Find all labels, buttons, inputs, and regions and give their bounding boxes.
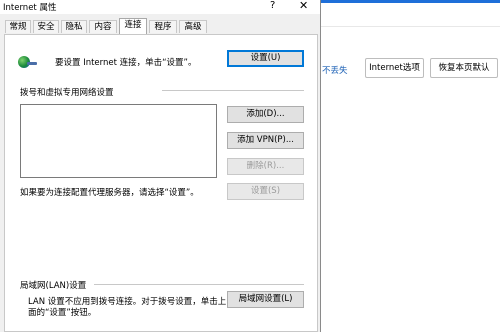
connections-list[interactable] bbox=[20, 104, 217, 178]
browser-accent-bar bbox=[320, 0, 500, 3]
delete-button[interactable]: 删除(R)... bbox=[227, 158, 304, 175]
tab-security[interactable]: 安全 bbox=[33, 20, 59, 33]
tab-privacy[interactable]: 隐私 bbox=[61, 20, 87, 33]
add-button[interactable]: 添加(D)... bbox=[227, 106, 304, 123]
tab-connections[interactable]: 连接 bbox=[119, 18, 147, 34]
dialup-group-label: 拨号和虚拟专用网络设置 bbox=[20, 88, 114, 98]
close-icon[interactable]: ✕ bbox=[299, 0, 308, 12]
lan-group-divider bbox=[94, 284, 304, 285]
add-vpn-button[interactable]: 添加 VPN(P)... bbox=[227, 132, 304, 149]
tab-programs[interactable]: 程序 bbox=[149, 20, 177, 33]
background-link[interactable]: 不丢失 bbox=[322, 64, 348, 76]
tab-general[interactable]: 常规 bbox=[5, 20, 31, 33]
title-bar: Internet 属性 ? ✕ bbox=[0, 0, 320, 14]
setup-button[interactable]: 设置(U) bbox=[227, 50, 304, 67]
restore-default-button[interactable]: 恢复本页默认 bbox=[430, 58, 498, 78]
dialog-title: Internet 属性 bbox=[3, 3, 57, 13]
lan-group-label: 局域网(LAN)设置 bbox=[20, 281, 87, 291]
browser-divider bbox=[320, 26, 500, 27]
tab-content[interactable]: 内容 bbox=[89, 20, 117, 33]
help-icon[interactable]: ? bbox=[270, 0, 275, 11]
setup-instruction: 要设置 Internet 连接，单击“设置”。 bbox=[55, 58, 197, 68]
network-cable-icon bbox=[27, 62, 37, 65]
lan-settings-button[interactable]: 局域网设置(L) bbox=[227, 291, 304, 308]
settings-button[interactable]: 设置(S) bbox=[227, 183, 304, 200]
dialup-group-divider bbox=[162, 90, 304, 91]
tab-advanced[interactable]: 高级 bbox=[179, 20, 207, 33]
internet-options-button[interactable]: Internet选项 bbox=[365, 58, 424, 78]
proxy-instruction: 如果要为连接配置代理服务器，请选择“设置”。 bbox=[20, 188, 199, 198]
lan-instruction-line2: 面的“设置”按钮。 bbox=[28, 308, 97, 318]
internet-properties-dialog: Internet 属性 ? ✕ 常规 安全 隐私 内容 连接 程序 高级 要设置… bbox=[0, 0, 321, 332]
